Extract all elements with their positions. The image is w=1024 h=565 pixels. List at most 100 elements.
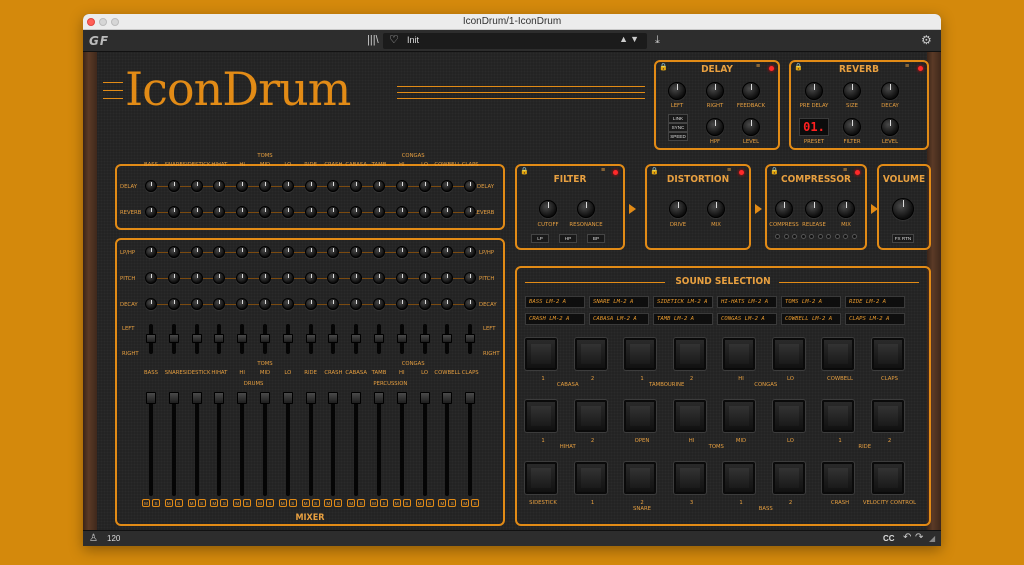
mute-button[interactable]: M (142, 499, 150, 507)
pan-slider-handle[interactable] (396, 334, 407, 343)
mute-button[interactable]: M (210, 499, 219, 507)
pan-slider-handle[interactable] (419, 334, 430, 343)
delay-sync-button[interactable]: SYNC (668, 123, 688, 132)
delay-feedback-knob[interactable] (742, 82, 760, 100)
drum-pad[interactable] (574, 400, 607, 432)
solo-button[interactable]: S (380, 499, 388, 507)
channel-knob[interactable] (418, 246, 431, 258)
filter-bp-button[interactable]: BP (587, 234, 605, 243)
drum-pad[interactable] (772, 400, 805, 432)
send-knob[interactable] (145, 180, 157, 192)
pan-slider-handle[interactable] (260, 334, 270, 343)
delay-level-knob[interactable] (742, 118, 760, 136)
drum-pad[interactable] (871, 462, 904, 494)
reverb-power-led[interactable] (918, 66, 923, 71)
send-knob[interactable] (190, 180, 203, 192)
solo-button[interactable]: S (311, 499, 320, 507)
sound-slot[interactable]: SIDETICK LM-2 A (653, 296, 713, 308)
delay-hpf-knob[interactable] (706, 118, 724, 136)
channel-knob[interactable] (464, 246, 477, 258)
send-knob[interactable] (236, 206, 249, 218)
send-knob[interactable] (464, 180, 477, 192)
solo-button[interactable]: S (220, 499, 229, 507)
send-knob[interactable] (167, 180, 180, 192)
sound-slot[interactable]: SNARE LM-2 A (589, 296, 649, 308)
sound-slot[interactable]: TOMS LM-2 A (781, 296, 841, 308)
volume-fader-handle[interactable] (237, 392, 248, 404)
mute-button[interactable]: M (233, 499, 242, 507)
channel-knob[interactable] (145, 246, 157, 258)
channel-knob[interactable] (213, 298, 226, 310)
drum-pad[interactable] (822, 338, 854, 370)
mute-button[interactable]: M (278, 499, 287, 507)
channel-knob[interactable] (259, 272, 271, 284)
channel-knob[interactable] (373, 246, 385, 258)
volume-fader-handle[interactable] (282, 392, 293, 404)
channel-knob[interactable] (236, 298, 249, 310)
volume-fader-handle[interactable] (374, 392, 384, 404)
mute-button[interactable]: M (187, 499, 196, 507)
mute-button[interactable]: M (301, 499, 310, 507)
undo-icon[interactable]: ↶ (903, 532, 911, 543)
send-knob[interactable] (259, 180, 271, 192)
sound-slot[interactable]: TAMB LM-2 A (653, 313, 713, 325)
cc-button[interactable]: CC (883, 534, 895, 543)
heart-icon[interactable]: ♡ (389, 33, 399, 46)
volume-fader-handle[interactable] (442, 392, 453, 404)
drum-pad[interactable] (772, 462, 805, 494)
channel-knob[interactable] (213, 272, 226, 284)
drum-pad[interactable] (673, 338, 706, 370)
send-knob[interactable] (327, 206, 340, 218)
channel-knob[interactable] (236, 272, 249, 284)
solo-button[interactable]: S (402, 499, 411, 507)
sound-slot[interactable]: BASS LM-2 A (525, 296, 585, 308)
solo-button[interactable]: S (357, 499, 366, 507)
channel-knob[interactable] (327, 272, 340, 284)
channel-knob[interactable] (418, 298, 431, 310)
volume-fader-handle[interactable] (168, 392, 179, 404)
drum-pad[interactable] (574, 462, 607, 494)
send-knob[interactable] (213, 206, 226, 218)
solo-button[interactable]: S (197, 499, 206, 507)
preset-prev-next-arrows[interactable]: ▲▼ (619, 34, 641, 44)
channel-knob[interactable] (281, 272, 294, 284)
channel-knob[interactable] (304, 246, 317, 258)
channel-knob[interactable] (167, 298, 180, 310)
pan-slider-handle[interactable] (237, 334, 248, 343)
drum-pad[interactable] (525, 338, 557, 370)
resize-grip-icon[interactable]: ◢ (929, 534, 935, 543)
solo-button[interactable]: S (174, 499, 183, 507)
menu-icon[interactable]: ≡ (905, 63, 909, 70)
drum-pad[interactable] (723, 400, 755, 432)
mute-button[interactable]: M (392, 499, 401, 507)
drum-pad[interactable] (673, 400, 706, 432)
channel-knob[interactable] (145, 272, 157, 284)
distortion-drive-knob[interactable] (669, 200, 687, 218)
solo-button[interactable]: S (471, 499, 480, 507)
send-knob[interactable] (464, 206, 477, 218)
drum-pad[interactable] (822, 400, 854, 432)
send-knob[interactable] (281, 180, 294, 192)
solo-button[interactable]: S (448, 499, 457, 507)
channel-knob[interactable] (373, 272, 385, 284)
sound-slot[interactable]: CONGAS LM-2 A (717, 313, 777, 325)
send-knob[interactable] (281, 206, 294, 218)
download-icon[interactable]: ⤓ (655, 34, 660, 47)
channel-knob[interactable] (304, 272, 317, 284)
channel-knob[interactable] (145, 298, 157, 310)
compressor-mix-knob[interactable] (837, 200, 855, 218)
channel-knob[interactable] (418, 272, 431, 284)
drum-pad[interactable] (624, 338, 656, 370)
channel-knob[interactable] (281, 298, 294, 310)
volume-fader-handle[interactable] (328, 392, 339, 404)
filter-power-led[interactable] (613, 170, 618, 175)
volume-fader-handle[interactable] (351, 392, 362, 404)
send-knob[interactable] (327, 180, 340, 192)
reverb-decay-knob[interactable] (881, 82, 899, 100)
channel-knob[interactable] (395, 272, 408, 284)
channel-knob[interactable] (441, 246, 454, 258)
channel-knob[interactable] (441, 272, 454, 284)
menu-icon[interactable]: ≡ (727, 167, 731, 174)
gear-icon[interactable]: ⚙ (921, 33, 932, 47)
channel-knob[interactable] (167, 272, 180, 284)
